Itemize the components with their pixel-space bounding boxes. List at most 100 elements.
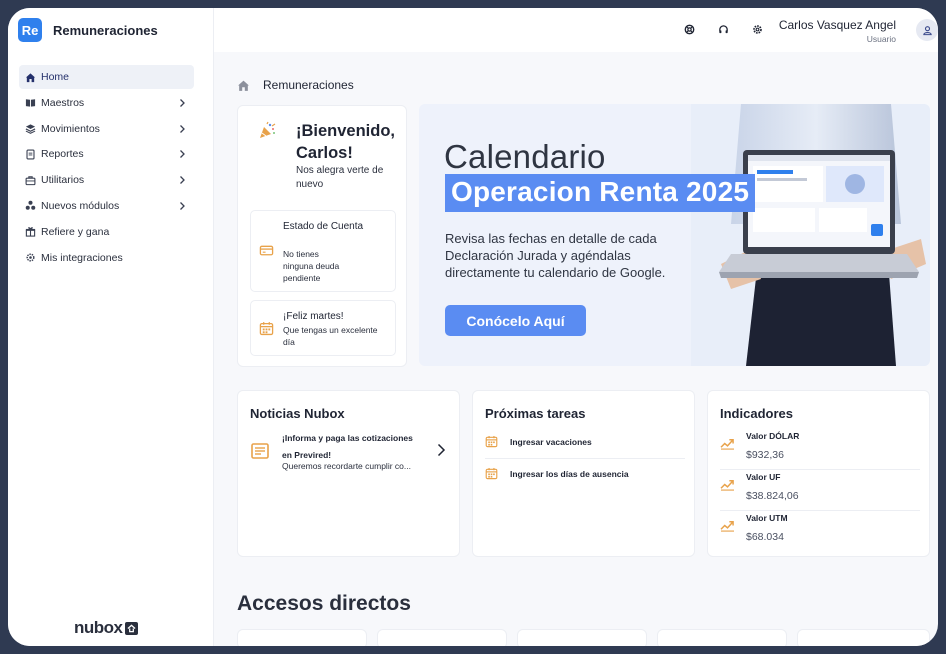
gift-icon [25, 226, 36, 237]
news-item-title[interactable]: ¡Informa y paga las cotizaciones en Prev… [282, 430, 422, 464]
indicator-item: Valor DÓLAR $932,36 [720, 429, 920, 470]
headset-icon[interactable] [718, 24, 729, 35]
tasks-title: Próximas tareas [485, 406, 586, 421]
task-item[interactable]: Ingresar vacaciones [485, 429, 685, 459]
quick-access-card[interactable] [517, 629, 647, 646]
app-name: Remuneraciones [53, 22, 158, 38]
user-icon [922, 25, 932, 35]
sidebar-nav: Home Maestros Movimientos Reportes Utili… [19, 65, 194, 271]
sidebar-item-refiere-y-gana[interactable]: Refiere y gana [19, 220, 194, 244]
chevron-right-icon [180, 124, 185, 133]
banner-title: Calendario [444, 138, 606, 175]
trend-up-icon [720, 439, 734, 450]
credit-card-icon [259, 245, 274, 256]
sidebar-item-label: Movimientos [41, 122, 100, 135]
sidebar-item-mis-integraciones[interactable]: Mis integraciones [19, 246, 194, 270]
news-item-text: Queremos recordarte cumplir co... [282, 461, 411, 471]
party-popper-icon [260, 121, 276, 138]
brand[interactable]: Re Remuneraciones [18, 18, 158, 42]
account-status-card[interactable]: Estado de Cuenta No tienes ninguna deuda… [250, 210, 396, 292]
briefcase-icon [25, 175, 36, 186]
task-label: Ingresar vacaciones [510, 437, 592, 447]
chevron-right-icon[interactable] [435, 443, 447, 457]
welcome-card: ¡Bienvenido, Carlos! Nos alegra verte de… [237, 105, 407, 367]
sidebar-item-reportes[interactable]: Reportes [19, 142, 194, 166]
sidebar-item-label: Maestros [41, 96, 85, 109]
calendar-icon [259, 322, 274, 336]
nubox-logo: nubox [74, 618, 138, 638]
tasks-panel: Próximas tareas Ingresar vacaciones Ingr… [472, 390, 695, 557]
sidebar-item-label: Home [41, 71, 70, 83]
breadcrumb: Remuneraciones [237, 78, 354, 92]
home-icon[interactable] [237, 79, 250, 92]
sidebar-item-maestros[interactable]: Maestros [19, 91, 194, 115]
nubox-wordmark: nubox [74, 618, 123, 637]
quick-access-card[interactable] [377, 629, 507, 646]
sidebar-item-movimientos[interactable]: Movimientos [19, 117, 194, 141]
indicator-value: $932,36 [746, 449, 784, 461]
quick-access-card[interactable] [657, 629, 787, 646]
chevron-right-icon [180, 202, 185, 210]
indicator-label: Valor UTM [746, 513, 788, 523]
task-item[interactable]: Ingresar los días de ausencia [485, 461, 685, 491]
app-window: Re Remuneraciones Home Maestros Movimien… [8, 8, 938, 646]
banner-highlight: Operacion Renta 2025 [445, 174, 756, 212]
user-role: Usuario [866, 34, 896, 44]
modules-icon [25, 200, 36, 211]
user-name: Carlos Vasquez Angel [778, 18, 896, 32]
welcome-subtitle: Nos alegra verte de nuevo [296, 165, 384, 190]
account-status-title: Estado de Cuenta [283, 221, 364, 232]
news-panel: Noticias Nubox ¡Informa y paga las cotiz… [237, 390, 460, 557]
indicator-value: $68.034 [746, 531, 784, 543]
sidebar-item-label: Nuevos módulos [41, 199, 120, 212]
sidebar-item-nuevos-modulos[interactable]: Nuevos módulos [19, 194, 194, 218]
quick-access-card[interactable] [797, 629, 930, 646]
book-icon [25, 97, 36, 108]
welcome-title: ¡Bienvenido, Carlos! [296, 122, 396, 162]
gear-icon [25, 252, 36, 263]
greeting-title: ¡Feliz martes! [283, 311, 344, 322]
indicators-panel: Indicadores Valor DÓLAR $932,36 Valor UF… [707, 390, 930, 557]
news-title: Noticias Nubox [250, 406, 345, 421]
home-icon [25, 72, 36, 83]
task-label: Ingresar los días de ausencia [510, 469, 629, 479]
trend-up-icon [720, 521, 734, 532]
stack-icon [25, 123, 36, 134]
chevron-right-icon [180, 150, 185, 159]
sidebar-item-label: Reportes [41, 148, 84, 161]
calendar-icon [485, 467, 498, 480]
sidebar: Re Remuneraciones Home Maestros Movimien… [8, 8, 214, 646]
indicator-label: Valor DÓLAR [746, 431, 800, 441]
top-bar: Carlos Vasquez Angel Usuario [214, 8, 938, 52]
trend-up-icon [720, 480, 734, 491]
quick-access-title: Accesos directos [237, 592, 411, 615]
indicator-item: Valor UF $38.824,06 [720, 470, 920, 511]
quick-access-card[interactable] [237, 629, 367, 646]
nubox-box-icon [124, 621, 138, 635]
indicator-item: Valor UTM $68.034 [720, 511, 920, 552]
banner-text: Revisa las fechas en detalle de cada Dec… [445, 231, 666, 280]
sidebar-item-home[interactable]: Home [19, 65, 194, 89]
sidebar-item-label: Utilitarios [41, 174, 85, 187]
greeting-text: Que tengas un excelente día [283, 325, 378, 347]
chevron-right-icon [180, 176, 185, 185]
news-document-icon [251, 443, 269, 459]
breadcrumb-label: Remuneraciones [263, 78, 354, 92]
banner-cta-button[interactable]: Conócelo Aquí [445, 305, 586, 336]
sidebar-item-label: Refiere y gana [41, 225, 110, 238]
promo-banner[interactable]: Calendario Operacion Renta 2025 Revisa l… [419, 104, 930, 366]
greeting-card: ¡Feliz martes! Que tengas un excelente d… [250, 300, 396, 356]
sidebar-item-label: Mis integraciones [41, 251, 123, 264]
chevron-right-icon [180, 98, 185, 107]
indicators-title: Indicadores [720, 406, 793, 421]
avatar[interactable] [916, 19, 938, 41]
indicator-label: Valor UF [746, 472, 781, 482]
account-status-text: No tienes ninguna deuda pendiente [283, 249, 340, 283]
indicator-value: $38.824,06 [746, 490, 799, 502]
calendar-icon [485, 435, 498, 448]
app-logo: Re [18, 18, 42, 42]
support-icon[interactable] [684, 24, 695, 35]
sidebar-item-utilitarios[interactable]: Utilitarios [19, 168, 194, 192]
settings-icon[interactable] [752, 24, 763, 35]
document-icon [25, 149, 36, 160]
